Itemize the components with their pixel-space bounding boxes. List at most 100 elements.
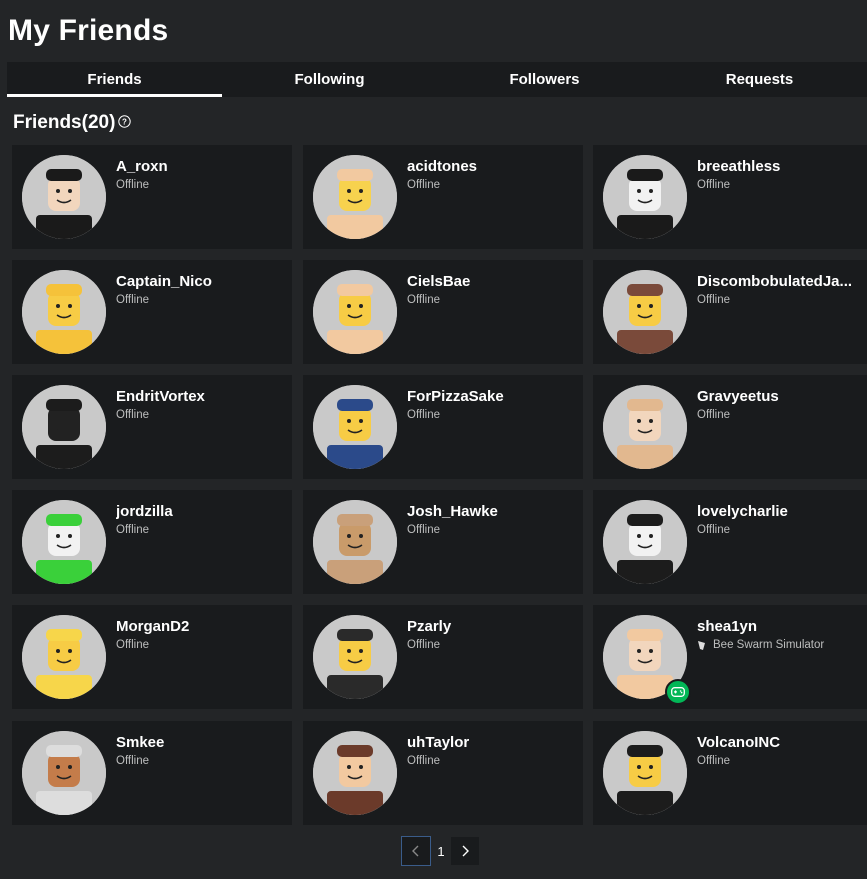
friend-name[interactable]: A_roxn: [116, 158, 286, 175]
friend-card[interactable]: acidtones Offline: [303, 145, 583, 249]
friend-name[interactable]: jordzilla: [116, 503, 286, 520]
tab-following[interactable]: Following: [222, 62, 437, 97]
friend-status: Offline: [116, 755, 149, 767]
friend-status-text: Offline: [697, 179, 731, 191]
friend-name[interactable]: MorganD2: [116, 618, 286, 635]
avatar[interactable]: [603, 500, 687, 584]
avatar[interactable]: [22, 385, 106, 469]
friend-card[interactable]: Josh_Hawke Offline: [303, 490, 583, 594]
friend-status-text: Offline: [116, 409, 150, 421]
friend-status: Offline: [697, 409, 730, 421]
friend-name[interactable]: lovelycharlie: [697, 503, 867, 520]
game-icon: [697, 640, 707, 651]
friend-name[interactable]: Pzarly: [407, 618, 577, 635]
friend-status-text: Offline: [697, 409, 731, 421]
friend-card[interactable]: ForPizzaSake Offline: [303, 375, 583, 479]
avatar[interactable]: [603, 155, 687, 239]
friend-name[interactable]: breeathless: [697, 158, 867, 175]
avatar[interactable]: [313, 615, 397, 699]
friend-status-text: Bee Swarm Simulator: [713, 639, 825, 651]
friend-card[interactable]: jordzilla Offline: [12, 490, 292, 594]
friend-status-text: Offline: [116, 639, 150, 651]
tab-requests[interactable]: Requests: [652, 62, 867, 97]
avatar[interactable]: [22, 270, 106, 354]
friend-card[interactable]: MorganD2 Offline: [12, 605, 292, 709]
friends-count-label: Friends(20): [13, 112, 116, 133]
friend-status: Offline: [407, 294, 440, 306]
avatar[interactable]: [313, 155, 397, 239]
friend-card[interactable]: CielsBae Offline: [303, 260, 583, 364]
friend-status: Offline: [697, 294, 730, 306]
friend-status-text: Offline: [697, 755, 731, 767]
friend-card[interactable]: lovelycharlie Offline: [593, 490, 867, 594]
avatar[interactable]: [313, 731, 397, 815]
friend-status: Offline: [697, 179, 730, 191]
friend-card[interactable]: Captain_Nico Offline: [12, 260, 292, 364]
friend-card[interactable]: shea1yn Bee Swarm Simulator: [593, 605, 867, 709]
friend-status-text: Offline: [407, 524, 441, 536]
friend-status: Offline: [407, 179, 440, 191]
pagination: 1: [401, 836, 479, 866]
friend-name[interactable]: ForPizzaSake: [407, 388, 577, 405]
friend-status: Offline: [407, 755, 440, 767]
avatar[interactable]: [313, 270, 397, 354]
friend-name[interactable]: Smkee: [116, 734, 286, 751]
chevron-left-icon: [412, 845, 419, 857]
friend-status-text: Offline: [697, 524, 731, 536]
friend-status-text: Offline: [116, 755, 150, 767]
friend-name[interactable]: DiscombobulatedJa...: [697, 273, 867, 290]
friend-name[interactable]: Captain_Nico: [116, 273, 286, 290]
friend-status-text: Offline: [407, 755, 441, 767]
section-title: Friends(20) ?: [13, 112, 132, 134]
friend-status-text: Offline: [116, 524, 150, 536]
friend-name[interactable]: Josh_Hawke: [407, 503, 577, 520]
friend-name[interactable]: VolcanoINC: [697, 734, 867, 751]
avatar[interactable]: [22, 731, 106, 815]
friend-status: Offline: [407, 524, 440, 536]
page-title: My Friends: [8, 14, 169, 47]
svg-text:?: ?: [122, 117, 127, 126]
friend-status: Offline: [116, 179, 149, 191]
avatar[interactable]: [22, 500, 106, 584]
avatar[interactable]: [313, 385, 397, 469]
friend-card[interactable]: Gravyeetus Offline: [593, 375, 867, 479]
friend-card[interactable]: A_roxn Offline: [12, 145, 292, 249]
tab-followers[interactable]: Followers: [437, 62, 652, 97]
current-page: 1: [437, 843, 445, 859]
friend-status: Offline: [407, 639, 440, 651]
friend-status-text: Offline: [407, 409, 441, 421]
friend-name[interactable]: CielsBae: [407, 273, 577, 290]
friend-card[interactable]: Smkee Offline: [12, 721, 292, 825]
friend-card[interactable]: VolcanoINC Offline: [593, 721, 867, 825]
avatar[interactable]: [603, 270, 687, 354]
friend-status: Offline: [697, 755, 730, 767]
friend-card[interactable]: uhTaylor Offline: [303, 721, 583, 825]
friend-status-text: Offline: [407, 179, 441, 191]
avatar[interactable]: [22, 615, 106, 699]
friend-status-text: Offline: [407, 639, 441, 651]
friend-name[interactable]: shea1yn: [697, 618, 867, 635]
next-page-button[interactable]: [451, 837, 479, 865]
friend-status: Offline: [116, 639, 149, 651]
tab-friends[interactable]: Friends: [7, 62, 222, 97]
avatar[interactable]: [313, 500, 397, 584]
friend-status: Bee Swarm Simulator: [697, 639, 824, 651]
friend-name[interactable]: uhTaylor: [407, 734, 577, 751]
friend-status: Offline: [116, 294, 149, 306]
avatar[interactable]: [603, 385, 687, 469]
friend-card[interactable]: EndritVortex Offline: [12, 375, 292, 479]
chevron-right-icon: [462, 845, 469, 857]
friend-card[interactable]: DiscombobulatedJa... Offline: [593, 260, 867, 364]
avatar[interactable]: [603, 731, 687, 815]
help-icon[interactable]: ?: [118, 112, 132, 128]
friend-status: Offline: [407, 409, 440, 421]
avatar[interactable]: [22, 155, 106, 239]
friend-name[interactable]: EndritVortex: [116, 388, 286, 405]
friends-tabs: Friends Following Followers Requests: [7, 62, 867, 97]
friend-status: Offline: [116, 409, 149, 421]
friend-card[interactable]: Pzarly Offline: [303, 605, 583, 709]
prev-page-button[interactable]: [401, 836, 431, 866]
friend-name[interactable]: acidtones: [407, 158, 577, 175]
friend-card[interactable]: breeathless Offline: [593, 145, 867, 249]
friend-name[interactable]: Gravyeetus: [697, 388, 867, 405]
